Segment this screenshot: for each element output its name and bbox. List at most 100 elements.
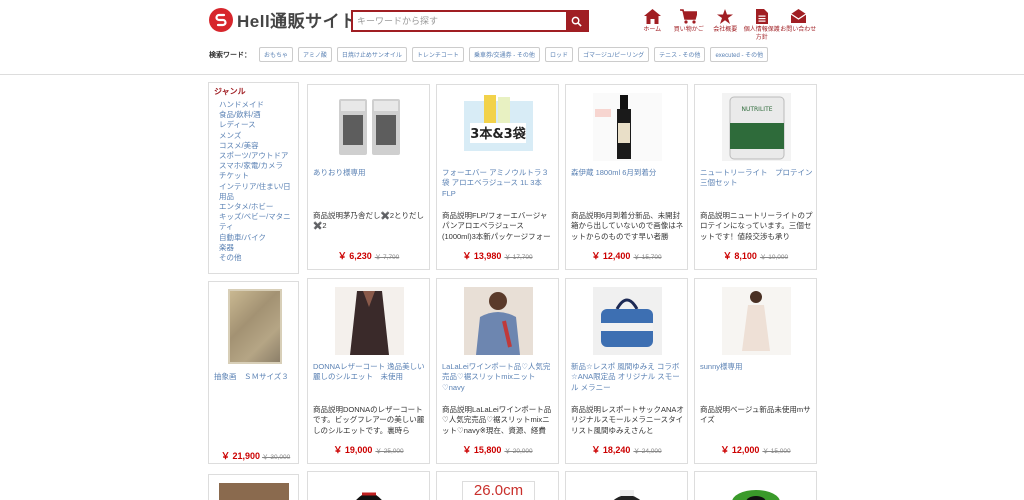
nav-home[interactable]: ホーム (634, 8, 671, 42)
old-price: ￥ 15,000 (762, 448, 791, 455)
genre-item[interactable]: 楽器 (219, 243, 293, 253)
old-price: ￥ 20,000 (504, 448, 533, 455)
product-description: 商品説明茅乃舎だし✖️2とりだし✖️2 (313, 211, 425, 231)
product-card[interactable] (208, 474, 299, 500)
nav-company[interactable]: 会社概要 (707, 8, 744, 42)
product-price: ￥ 12,400 ￥ 15,700 (566, 249, 687, 262)
product-price: ￥ 8,100 ￥ 10,000 (695, 249, 816, 262)
search-button[interactable] (566, 12, 587, 30)
mail-icon (790, 8, 806, 24)
keyword-chip[interactable]: executed - その他 (710, 47, 769, 62)
genre-item[interactable]: エンタメ/ホビー (219, 202, 293, 212)
keyword-chip[interactable]: テニス - その他 (654, 47, 706, 62)
product-card[interactable] (565, 471, 688, 500)
product-card[interactable]: 新品☆レスポ 風間ゆみえ コラボ☆ANA限定品 オリジナル スモール メラニー … (565, 278, 688, 464)
genre-item[interactable]: ハンドメイド (219, 100, 293, 110)
keyword-chip[interactable]: 日焼け止めサンオイル (336, 47, 407, 62)
keyword-chip[interactable]: おもちゃ (259, 47, 294, 62)
nav-privacy-label: 個人情報保護方針 (743, 27, 780, 41)
product-image[interactable] (600, 480, 654, 500)
keyword-chip[interactable]: 乗車券/交通券 - その他 (468, 47, 540, 62)
old-price: ￥ 25,000 (375, 448, 404, 455)
genre-item[interactable]: コスメ/美容 (219, 141, 293, 151)
genre-item[interactable]: スポーツ/アウトドア (219, 151, 293, 161)
product-card[interactable]: DONNAレザーコート 逸品美しい麗しのシルエット 未使用 商品説明DONNAの… (307, 278, 430, 464)
genre-item[interactable]: 食品/飲料/酒 (219, 110, 293, 120)
product-image[interactable] (722, 287, 791, 355)
keyword-chip[interactable]: ロッド (544, 47, 573, 62)
price-value: ￥ 12,000 (720, 445, 760, 455)
product-title[interactable]: ありおり様専用 (313, 168, 426, 200)
product-image[interactable] (593, 287, 662, 355)
star-icon (717, 8, 734, 24)
nav-privacy[interactable]: 個人情報保護方針 (744, 8, 781, 42)
genre-item[interactable]: スマホ/家電/カメラ (219, 161, 293, 171)
genre-panel: ジャンル ハンドメイド 食品/飲料/酒 レディース メンズ コスメ/美容 スポー… (208, 82, 299, 274)
old-price: ￥ 10,000 (759, 254, 789, 261)
product-title[interactable]: sunny様専用 (700, 362, 813, 394)
search-input[interactable] (353, 12, 566, 30)
product-description: 商品説明FLP/フォーエバージャパンアロエベラジュース(1000ml)3本新パッ… (442, 211, 551, 241)
old-price: ￥ 15,700 (633, 254, 662, 261)
logo-mark-icon (209, 7, 233, 32)
product-card[interactable]: NUTRILITE ニュートリーライト プロテイン三個セット 商品説明ニュートリ… (694, 84, 817, 270)
product-title[interactable]: ニュートリーライト プロテイン三個セット (700, 168, 813, 200)
price-value: ￥ 12,400 (591, 251, 631, 261)
genre-item[interactable]: チケット (219, 171, 293, 181)
nav-cart[interactable]: 買い物かご (671, 8, 708, 42)
keyword-chip[interactable]: アミノ酸 (298, 47, 332, 62)
genre-item[interactable]: インテリア/住まい/日用品 (219, 182, 293, 202)
product-card[interactable]: LaLaLeiワインポート品♡人気完売品♡裾スリットmixニット♡navy 商品… (436, 278, 559, 464)
product-title[interactable]: 抽象画 ＳＭサイズ３ (214, 372, 294, 382)
keywords-label: 検索ワード： (209, 51, 251, 59)
product-image[interactable] (219, 483, 289, 500)
price-value: ￥ 19,000 (333, 445, 373, 455)
genre-item[interactable]: キッズ/ベビー/マタニティ (219, 212, 293, 232)
product-image-text[interactable]: 26.0cm (462, 481, 535, 500)
product-card[interactable]: 3本&3袋 フォーエバー アミノウルトラ３袋 アロエベラジュース 1L 3本 F… (436, 84, 559, 270)
genre-item[interactable]: レディース (219, 120, 293, 130)
product-image[interactable] (335, 287, 404, 355)
site-logo[interactable]: Hell通販サイト (209, 7, 358, 32)
price-value: ￥ 15,800 (462, 445, 502, 455)
product-card[interactable] (694, 471, 817, 500)
product-card[interactable]: ありおり様専用 商品説明茅乃舎だし✖️2とりだし✖️2 ￥ 6,230 ￥ 7,7… (307, 84, 430, 270)
product-title[interactable]: 新品☆レスポ 風間ゆみえ コラボ☆ANA限定品 オリジナル スモール メラニー (571, 362, 684, 394)
product-price: ￥ 6,230 ￥ 7,700 (308, 249, 429, 262)
product-description: 商品説明レスポートサックANAオリジナルスモールメラニースタイリスト風間ゆみえさ… (571, 405, 684, 435)
product-image[interactable]: 3本&3袋 (464, 93, 533, 161)
product-image[interactable] (729, 480, 783, 500)
genre-item[interactable]: メンズ (219, 131, 293, 141)
svg-text:NUTRILITE: NUTRILITE (741, 106, 772, 113)
nav-contact[interactable]: お問い合わせ (780, 8, 817, 42)
product-title[interactable]: DONNAレザーコート 逸品美しい麗しのシルエット 未使用 (313, 362, 426, 394)
product-image[interactable] (593, 93, 662, 161)
genre-item[interactable]: 自動車/バイク (219, 233, 293, 243)
product-image[interactable]: NUTRILITE (722, 93, 791, 161)
product-card[interactable]: 26.0cm (436, 471, 559, 500)
search-keywords: 検索ワード： おもちゃ アミノ酸 日焼け止めサンオイル トレンチコート 乗車券/… (209, 47, 769, 62)
old-price: ￥ 7,700 (374, 254, 400, 261)
product-card[interactable]: 抽象画 ＳＭサイズ３ ￥ 21,900 ￥ 30,000 (208, 281, 299, 464)
product-title[interactable]: LaLaLeiワインポート品♡人気完売品♡裾スリットmixニット♡navy (442, 362, 555, 394)
nav-contact-label: お問い合わせ (780, 27, 817, 33)
nav-company-label: 会社概要 (713, 27, 738, 33)
svg-text:3本&3袋: 3本&3袋 (470, 126, 526, 142)
old-price: ￥ 17,700 (504, 254, 533, 261)
product-price: ￥ 18,240 ￥ 24,000 (566, 443, 687, 456)
genre-item[interactable]: その他 (219, 253, 293, 263)
keyword-chip[interactable]: ゴマージュ/ピーリング (577, 47, 650, 62)
product-image[interactable] (335, 93, 404, 161)
product-card[interactable]: 森伊蔵 1800ml 6月到着分 商品説明6月到着分新品、未開封箱から出していな… (565, 84, 688, 270)
product-title[interactable]: フォーエバー アミノウルトラ３袋 アロエベラジュース 1L 3本 FLP (442, 168, 555, 200)
product-card[interactable]: sunny様専用 商品説明ベージュ新品未使用mサイズ ￥ 12,000 ￥ 15,… (694, 278, 817, 464)
document-icon (755, 8, 768, 24)
price-value: ￥ 8,100 (722, 251, 757, 261)
product-image[interactable] (228, 289, 282, 364)
product-image[interactable] (464, 287, 533, 355)
product-image[interactable] (344, 480, 394, 500)
product-title[interactable]: 森伊蔵 1800ml 6月到着分 (571, 168, 684, 200)
price-value: ￥ 6,230 (337, 251, 372, 261)
product-card[interactable] (307, 471, 430, 500)
keyword-chip[interactable]: トレンチコート (411, 47, 464, 62)
